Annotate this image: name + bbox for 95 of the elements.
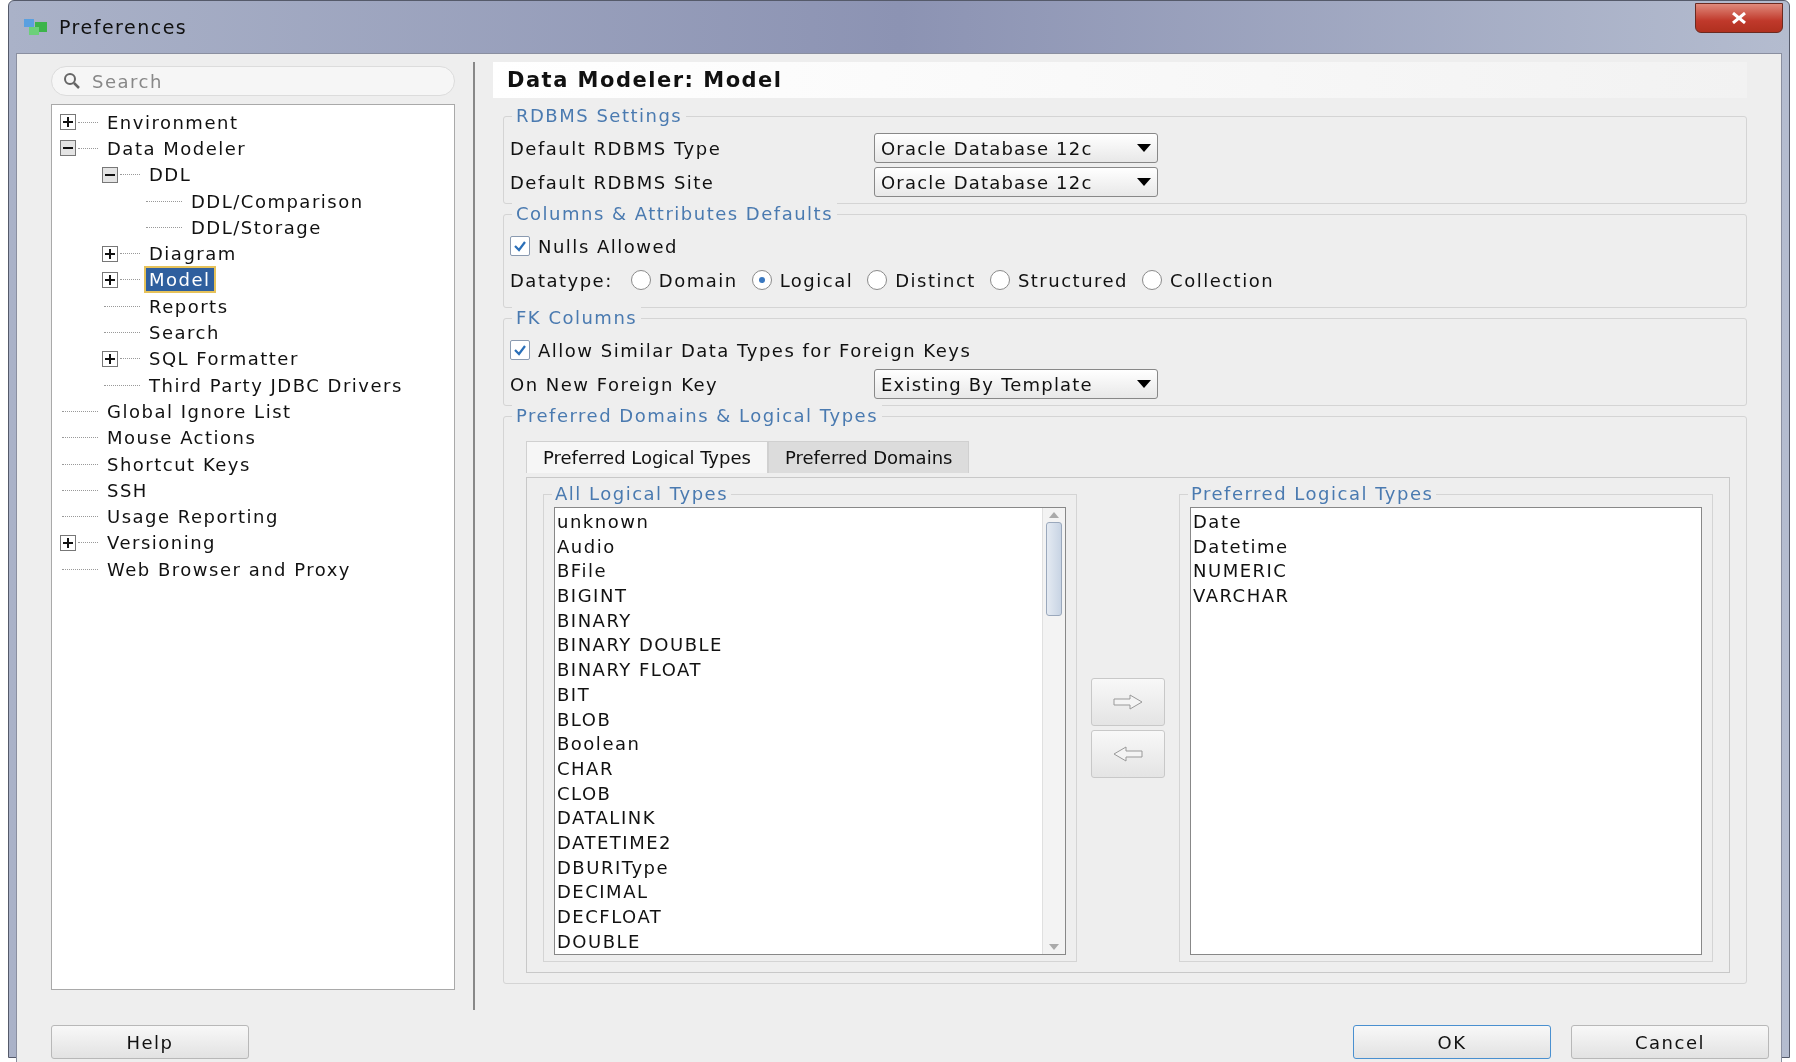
expand-icon[interactable] <box>60 534 76 551</box>
radio-button[interactable] <box>751 270 772 290</box>
list-item[interactable]: Datetime <box>1191 534 1701 560</box>
tree-item[interactable]: SQL Formatter <box>146 347 302 371</box>
tree-item[interactable]: Mouse Actions <box>104 426 260 450</box>
app-icon <box>23 17 49 37</box>
list-item[interactable]: DECFLOAT <box>555 905 1042 930</box>
list-item[interactable]: BINARY <box>555 608 1042 634</box>
tree-item[interactable]: DDL <box>146 163 195 187</box>
list-item[interactable]: DATETIME2 <box>555 830 1042 856</box>
tree-item[interactable]: Web Browser and Proxy <box>104 557 355 581</box>
radio-label: Collection <box>1170 269 1275 291</box>
radio-label: Distinct <box>895 269 976 291</box>
list-item[interactable]: NUMERIC <box>1191 559 1701 585</box>
radio-label: Structured <box>1017 269 1129 291</box>
tree-item[interactable]: Search <box>146 321 223 344</box>
caret-icon <box>1137 178 1151 186</box>
list-item[interactable]: CLOB <box>555 781 1042 807</box>
collapse-icon[interactable] <box>102 166 118 183</box>
list-item[interactable]: Boolean <box>555 732 1042 757</box>
search-icon <box>63 72 81 90</box>
caret-icon <box>1137 144 1151 152</box>
tree-item[interactable]: Model <box>146 268 214 292</box>
checkbox-label: Allow Similar Data Types for Foreign Keys <box>538 339 972 361</box>
check-icon <box>513 240 527 252</box>
left-arrow-icon <box>1113 746 1143 763</box>
group-title: Preferred Logical Types <box>1188 483 1437 504</box>
close-icon <box>1731 12 1747 24</box>
tree-item[interactable]: Global Ignore List <box>104 399 295 423</box>
search-field[interactable]: Search <box>51 66 455 96</box>
tree-item[interactable]: DDL/Storage <box>188 215 325 239</box>
dropdown[interactable]: Oracle Database 12c <box>874 167 1158 197</box>
tree-item[interactable]: Shortcut Keys <box>104 452 254 476</box>
list-item[interactable]: DECIMAL <box>555 880 1042 905</box>
list-item[interactable]: BIGINT <box>555 584 1042 609</box>
list-item[interactable]: BINARY FLOAT <box>555 658 1042 683</box>
expand-icon[interactable] <box>102 350 118 367</box>
list-item[interactable]: Date <box>1191 510 1701 535</box>
field-label: Default RDBMS Type <box>510 137 723 159</box>
field-label: On New Foreign Key <box>510 373 720 395</box>
list-item[interactable]: DATALINK <box>555 806 1042 831</box>
check-icon <box>513 344 527 356</box>
list-item[interactable]: BFile <box>555 559 1042 585</box>
dialog-button[interactable]: Help <box>51 1025 249 1060</box>
list-item[interactable]: DOUBLE <box>555 929 1042 955</box>
list-item[interactable]: Audio <box>555 534 1042 560</box>
checkbox[interactable] <box>510 236 530 256</box>
tree-item[interactable]: Usage Reporting <box>104 505 282 529</box>
tree-item[interactable]: Reports <box>146 294 232 318</box>
scrollbar[interactable] <box>1042 508 1065 955</box>
radio-label: Logical <box>779 269 854 291</box>
collapse-icon[interactable] <box>60 140 76 157</box>
close-button[interactable] <box>1695 3 1783 33</box>
right-arrow-icon <box>1113 694 1143 711</box>
list-item[interactable]: VARCHAR <box>1191 584 1701 609</box>
tree-item[interactable]: Environment <box>104 110 242 134</box>
group-title: Preferred Domains & Logical Types <box>512 405 883 426</box>
checkbox-label: Nulls Allowed <box>538 235 679 257</box>
list-item[interactable]: unknown <box>555 510 1042 535</box>
radio-button[interactable] <box>867 270 888 290</box>
expand-icon[interactable] <box>102 245 118 262</box>
radio-button[interactable] <box>630 270 651 290</box>
radio-label: Domain <box>658 269 738 291</box>
group-title: All Logical Types <box>552 483 732 504</box>
tree-item[interactable]: SSH <box>104 478 151 502</box>
checkbox[interactable] <box>510 340 530 360</box>
list-item[interactable]: BLOB <box>555 707 1042 733</box>
dropdown[interactable]: Oracle Database 12c <box>874 133 1158 163</box>
tree-item[interactable]: DDL/Comparison <box>188 189 367 213</box>
page-heading: Data Modeler: Model <box>493 62 1747 98</box>
scroll-thumb[interactable] <box>1046 522 1062 616</box>
dialog-button[interactable]: OK <box>1353 1025 1551 1060</box>
list-item[interactable]: DBURIType <box>555 855 1042 881</box>
group-title: RDBMS Settings <box>512 105 687 126</box>
tab[interactable]: Preferred Logical Types <box>526 441 768 473</box>
tree-item[interactable]: Third Party JDBC Drivers <box>146 373 406 397</box>
radio-button[interactable] <box>1142 270 1163 290</box>
window-title: Preferences <box>59 16 188 38</box>
expand-icon[interactable] <box>60 114 76 131</box>
tree-item[interactable]: Data Modeler <box>104 136 250 160</box>
tree-item[interactable]: Versioning <box>104 531 220 555</box>
field-label: Default RDBMS Site <box>510 171 716 193</box>
list-item[interactable]: BIT <box>555 682 1042 708</box>
field-label: Datatype: <box>510 269 613 291</box>
radio-button[interactable] <box>989 270 1010 290</box>
caret-icon <box>1137 380 1151 388</box>
tree-item[interactable]: Diagram <box>146 242 240 266</box>
scroll-down-icon <box>1049 944 1059 951</box>
list-item[interactable]: BINARY DOUBLE <box>555 633 1042 659</box>
list-item[interactable]: CHAR <box>555 756 1042 782</box>
dialog-button[interactable]: Cancel <box>1571 1025 1769 1060</box>
expand-icon[interactable] <box>102 271 118 288</box>
tab[interactable]: Preferred Domains <box>767 441 970 473</box>
dropdown[interactable]: Existing By Template <box>874 369 1158 399</box>
scroll-up-icon <box>1049 512 1059 518</box>
